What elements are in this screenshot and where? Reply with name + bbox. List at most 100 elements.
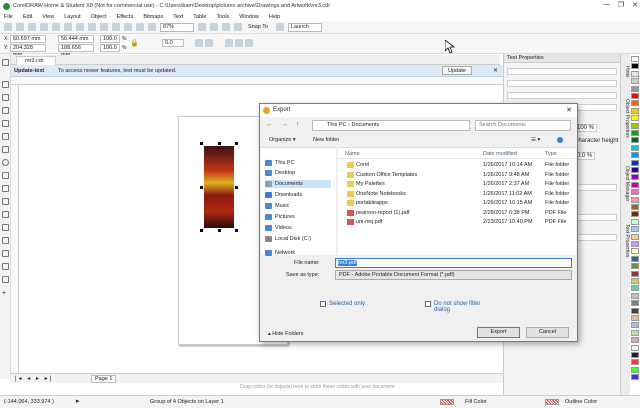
palette-swatch[interactable] bbox=[631, 137, 639, 144]
palette-swatch[interactable] bbox=[631, 130, 639, 136]
crop-tool-icon[interactable] bbox=[2, 94, 9, 101]
palette-swatch[interactable] bbox=[631, 374, 639, 381]
cut-icon[interactable] bbox=[52, 23, 60, 31]
nav-item[interactable]: Downloads bbox=[265, 191, 302, 199]
copy-icon[interactable] bbox=[64, 23, 72, 31]
palette-swatch[interactable] bbox=[631, 292, 639, 299]
hide-folders-toggle[interactable]: ▴ Hide Folders bbox=[268, 331, 303, 337]
lock-ratio-icon[interactable]: 🔒 bbox=[130, 39, 139, 47]
file-row[interactable]: pearson-report (1).pdf 2/28/2017 6:38 PM P… bbox=[338, 209, 576, 217]
guidelines-icon[interactable] bbox=[234, 23, 242, 31]
dialog-close-icon[interactable]: ✕ bbox=[566, 104, 572, 117]
search-documents-input[interactable]: Search Documents bbox=[475, 120, 571, 131]
menu-file[interactable]: File bbox=[4, 14, 13, 20]
palette-swatch[interactable] bbox=[631, 366, 639, 373]
shape-tool-icon[interactable] bbox=[2, 81, 9, 88]
group-icon[interactable] bbox=[225, 39, 233, 47]
drop-shadow-icon[interactable] bbox=[2, 224, 9, 231]
polygon-tool-icon[interactable] bbox=[2, 172, 9, 179]
menu-object[interactable]: Object bbox=[91, 14, 107, 20]
palette-swatch[interactable] bbox=[631, 241, 639, 247]
rulers-icon[interactable] bbox=[210, 23, 218, 31]
nav-item[interactable]: Local Disk (C:) bbox=[265, 235, 311, 243]
docker-row[interactable] bbox=[507, 80, 617, 87]
options-icon[interactable] bbox=[276, 23, 284, 31]
selection-handle[interactable] bbox=[235, 229, 238, 232]
menu-edit[interactable]: Edit bbox=[23, 14, 32, 20]
selection-handle[interactable] bbox=[218, 142, 221, 145]
full-screen-icon[interactable] bbox=[198, 23, 206, 31]
horizontal-ruler[interactable] bbox=[11, 77, 503, 85]
ungroup-all-icon[interactable] bbox=[245, 39, 253, 47]
selection-handle[interactable] bbox=[200, 142, 203, 145]
selection-handle[interactable] bbox=[235, 186, 238, 189]
redo-icon[interactable] bbox=[100, 23, 108, 31]
palette-swatch[interactable] bbox=[631, 337, 639, 344]
selected-artwork-group[interactable] bbox=[200, 142, 238, 232]
menu-view[interactable]: View bbox=[42, 14, 54, 20]
palette-swatch[interactable] bbox=[631, 211, 639, 218]
pick-tool-icon[interactable] bbox=[2, 59, 9, 66]
column-name[interactable]: Name bbox=[345, 151, 360, 157]
column-date-modified[interactable]: Date modified bbox=[483, 151, 517, 157]
print-icon[interactable] bbox=[40, 23, 48, 31]
eyedropper-icon[interactable] bbox=[2, 250, 9, 257]
palette-swatch[interactable] bbox=[631, 174, 639, 181]
zoom-level-select[interactable]: 87% bbox=[160, 22, 194, 32]
parallel-dimension-icon[interactable] bbox=[2, 198, 9, 205]
palette-swatch[interactable] bbox=[631, 85, 639, 92]
save-icon[interactable] bbox=[28, 23, 36, 31]
palette-swatch[interactable] bbox=[631, 233, 639, 240]
palette-swatch[interactable] bbox=[631, 218, 639, 225]
page-tab-1[interactable]: Page 1 bbox=[91, 375, 117, 383]
palette-swatch[interactable] bbox=[631, 226, 639, 233]
docker-row[interactable] bbox=[507, 92, 617, 99]
publish-pdf-icon[interactable] bbox=[148, 23, 156, 31]
path-this-pc[interactable]: This PC bbox=[327, 122, 347, 128]
menu-window[interactable]: Window bbox=[239, 14, 259, 20]
docker-row[interactable] bbox=[507, 68, 617, 75]
file-row[interactable]: OneNote Notebooks 1/26/2017 11:02 AM File … bbox=[338, 190, 576, 198]
palette-swatch[interactable] bbox=[631, 167, 639, 173]
address-bar[interactable]: This PC › Documents bbox=[312, 120, 470, 131]
rotation-angle-input[interactable]: 0.0 bbox=[162, 39, 184, 47]
mirror-horizontal-icon[interactable] bbox=[195, 39, 203, 47]
page-nav-arrows-icon[interactable]: |◂ ◂ ▸ ▸| bbox=[15, 375, 53, 382]
text-tool-icon[interactable] bbox=[2, 185, 9, 192]
nav-item[interactable]: Documents bbox=[265, 180, 331, 188]
save-as-type-select[interactable]: PDF - Adobe Portable Document Format (*.… bbox=[335, 270, 572, 280]
no-filter-dialog-checkbox[interactable] bbox=[425, 301, 431, 307]
palette-swatch[interactable] bbox=[631, 152, 639, 159]
grid-icon[interactable] bbox=[222, 23, 230, 31]
file-name-input[interactable]: mr3.pdf bbox=[335, 258, 572, 268]
launch-dropdown[interactable]: Launch bbox=[288, 22, 322, 32]
nav-item[interactable]: Network bbox=[265, 249, 295, 257]
tab-object-properties[interactable]: Object Properties bbox=[622, 99, 630, 138]
file-row[interactable]: portableapps 1/26/2017 10:15 AM File folde… bbox=[338, 199, 576, 207]
maximize-button[interactable]: ❐ bbox=[618, 1, 624, 9]
palette-swatch[interactable] bbox=[631, 93, 639, 99]
palette-swatch[interactable] bbox=[631, 278, 639, 284]
ungroup-icon[interactable] bbox=[235, 39, 243, 47]
palette-swatch[interactable] bbox=[631, 63, 639, 70]
palette-swatch[interactable] bbox=[631, 100, 639, 107]
palette-swatch[interactable] bbox=[631, 300, 639, 307]
connector-tool-icon[interactable] bbox=[2, 211, 9, 218]
palette-swatch[interactable] bbox=[631, 315, 639, 321]
palette-swatch[interactable] bbox=[631, 56, 639, 62]
scale-y-input[interactable]: 100.0 bbox=[100, 44, 120, 52]
file-row[interactable]: uni-req.pdf 2/23/2017 10:40 PM PDF File bbox=[338, 218, 576, 226]
outline-swatch[interactable] bbox=[545, 399, 559, 405]
palette-swatch[interactable] bbox=[631, 122, 639, 129]
file-row[interactable]: Custom Office Templates 1/26/2017 9:48 AM… bbox=[338, 171, 576, 179]
palette-swatch[interactable] bbox=[631, 204, 639, 210]
freehand-tool-icon[interactable] bbox=[2, 120, 9, 127]
palette-swatch[interactable] bbox=[631, 107, 639, 114]
play-icon[interactable]: ▸ bbox=[76, 397, 80, 405]
palette-swatch[interactable] bbox=[631, 263, 639, 270]
palette-swatch[interactable] bbox=[631, 159, 639, 166]
vertical-ruler[interactable] bbox=[11, 85, 19, 373]
y-position-input[interactable]: 204.328 mm bbox=[10, 44, 46, 58]
nav-item[interactable]: Desktop bbox=[265, 169, 295, 177]
search-content-icon[interactable] bbox=[112, 23, 120, 31]
